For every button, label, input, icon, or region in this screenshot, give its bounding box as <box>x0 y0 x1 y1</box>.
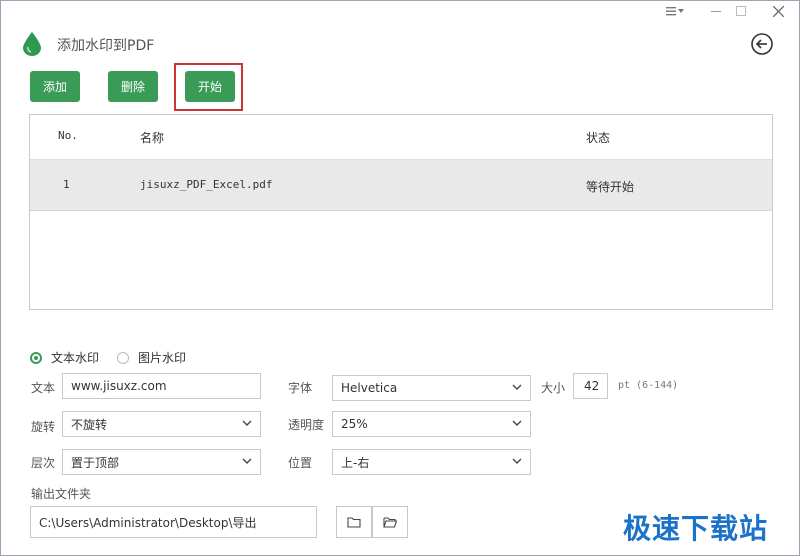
maximize-icon[interactable] <box>734 3 748 19</box>
rotate-label: 旋转 <box>31 420 56 434</box>
chevron-down-icon <box>512 457 522 465</box>
layer-select[interactable]: 置于顶部 <box>62 449 261 475</box>
text-input[interactable]: www.jisuxz.com <box>62 373 261 399</box>
size-label: 大小 <box>541 381 566 395</box>
position-select[interactable]: 上-右 <box>332 449 531 475</box>
site-watermark: 极速下载站 <box>623 512 769 545</box>
back-arrow-icon[interactable] <box>750 32 774 56</box>
opacity-select[interactable]: 25% <box>332 411 531 437</box>
table-header: No. 名称 状态 <box>30 115 772 160</box>
text-watermark-label[interactable]: 文本水印 <box>51 349 99 366</box>
image-watermark-radio[interactable] <box>117 351 130 364</box>
delete-button[interactable]: 删除 <box>108 71 158 102</box>
close-icon[interactable] <box>767 3 789 19</box>
font-select-value: Helvetica <box>341 381 398 395</box>
row-file-name: jisuxz_PDF_Excel.pdf <box>140 178 273 191</box>
row-no: 1 <box>63 178 70 191</box>
add-button[interactable]: 添加 <box>30 71 80 102</box>
position-select-value: 上-右 <box>341 455 370 470</box>
folder-icon[interactable] <box>336 506 372 538</box>
output-path-input[interactable]: C:\Users\Administrator\Desktop\导出 <box>30 506 317 538</box>
chevron-down-icon <box>512 383 522 391</box>
layer-select-value: 置于顶部 <box>71 455 120 470</box>
app-title: 添加水印到PDF <box>57 38 155 54</box>
open-folder-icon[interactable] <box>372 506 408 538</box>
size-hint: pt (6-144) <box>618 380 679 391</box>
column-name: 名称 <box>140 131 165 145</box>
image-watermark-label[interactable]: 图片水印 <box>138 349 186 366</box>
column-no: No. <box>58 129 78 142</box>
file-table: No. 名称 状态 1 jisuxz_PDF_Excel.pdf 等待开始 <box>29 114 773 310</box>
chevron-down-icon <box>512 419 522 427</box>
app-window: 添加水印到PDF 添加 删除 开始 No. 名称 状态 1 jisuxz_PDF… <box>0 0 800 556</box>
text-label: 文本 <box>31 381 56 395</box>
rotate-select-value: 不旋转 <box>71 417 108 432</box>
opacity-label: 透明度 <box>288 418 325 432</box>
opacity-select-value: 25% <box>341 417 368 431</box>
chevron-down-icon <box>242 419 252 427</box>
layer-label: 层次 <box>31 456 56 470</box>
watermark-type-group: 文本水印 图片水印 <box>30 349 204 366</box>
size-input[interactable]: 42 <box>573 373 608 399</box>
table-row[interactable]: 1 jisuxz_PDF_Excel.pdf 等待开始 <box>30 160 772 211</box>
font-select[interactable]: Helvetica <box>332 375 531 401</box>
menu-icon[interactable] <box>663 3 687 19</box>
rotate-select[interactable]: 不旋转 <box>62 411 261 437</box>
water-drop-icon <box>23 32 41 56</box>
start-highlight-box <box>174 63 243 111</box>
chevron-down-icon <box>242 457 252 465</box>
minimize-icon[interactable] <box>707 3 725 19</box>
font-label: 字体 <box>288 381 313 395</box>
position-label: 位置 <box>288 456 313 470</box>
output-folder-label: 输出文件夹 <box>31 487 92 501</box>
row-status: 等待开始 <box>586 180 635 194</box>
text-watermark-radio[interactable] <box>30 351 42 364</box>
column-status: 状态 <box>586 131 611 145</box>
